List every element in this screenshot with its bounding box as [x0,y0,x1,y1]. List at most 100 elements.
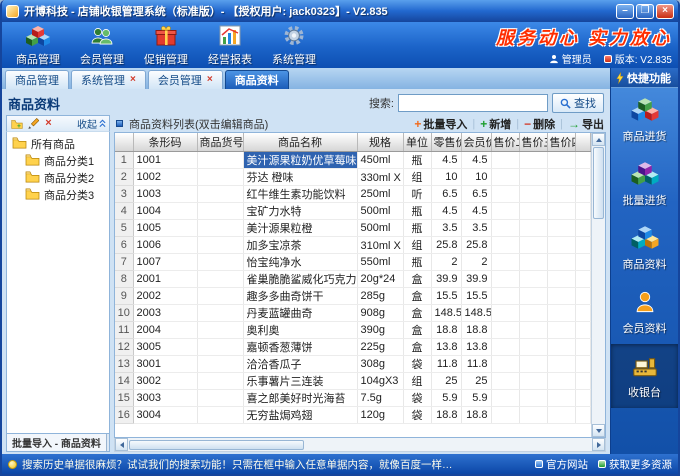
horizontal-scroll-thumb[interactable] [129,439,304,450]
table-row[interactable]: 9 2002 趣多多曲奇饼干 285g 盒 15.5 15.5 [115,287,591,305]
list-buttons: + 批量导入 | + 新增 | − 删除 | → 导出 [414,116,604,132]
find-button[interactable]: 查找 [552,93,604,113]
bottom-tab-batch-import[interactable]: 批量导入 - 商品资料 [7,434,107,451]
table-row[interactable]: 7 1007 怡宝纯净水 550ml 瓶 2 2 [115,253,591,271]
close-button[interactable]: × [656,3,674,19]
add-goods-button[interactable]: + 新增 [480,116,511,132]
cell-retail: 6.5 [431,185,462,203]
cell-spec: 308g [357,355,404,373]
toolbar-item-label: 系统管理 [272,53,316,66]
column-header-0[interactable] [115,133,134,152]
collapse-tree-button[interactable]: 收起 [77,116,106,131]
table-row[interactable]: 5 1005 美汁源果粒橙 500ml 瓶 3.5 3.5 [115,219,591,237]
column-header-8[interactable]: 售价二 [491,133,520,152]
table-row[interactable]: 16 3004 无穷盐焗鸡翅 120g 袋 18.8 18.8 [115,406,591,424]
tab-system-mgmt[interactable]: 系统管理 × [71,70,146,89]
table-row[interactable]: 61006加多宝凉茶310ml X 6罐组25.825.8 [115,236,591,254]
table-row[interactable]: 13 3001 洽洽香瓜子 308g 袋 11.8 11.8 [115,355,591,373]
column-header-6[interactable]: 零售价 [431,133,462,152]
minimize-button[interactable]: – [616,3,634,19]
toolbar-item-goods-mgmt[interactable]: 商品管理 [6,24,70,67]
vertical-scrollbar[interactable] [591,133,605,437]
vertical-scroll-thumb[interactable] [593,147,604,219]
column-header-7[interactable]: 会员价 [461,133,492,152]
quick-item-goods-purchase[interactable]: 商品进货 [611,88,678,152]
column-header-9[interactable]: 售价三 [519,133,548,152]
more-resources-link[interactable]: 获取更多资源 [598,457,672,472]
quick-item-label: 商品资料 [622,259,667,271]
delete-category-icon[interactable]: × [42,117,55,130]
table-row[interactable]: 21002芬达 橙味330ml X 6罐组1010 [115,168,591,186]
table-row[interactable]: 12 3005 嘉顿香葱薄饼 225g 盒 13.8 13.8 [115,338,591,356]
cell-p2 [491,151,520,169]
current-user[interactable]: 管理员 [549,51,592,66]
tab-label: 商品管理 [15,75,59,87]
table-row[interactable]: 10 2003 丹麦蓝罐曲奇 908g 盒 148.5 148.5 [115,304,591,322]
cell-retail: 5.9 [431,389,462,407]
delete-goods-button[interactable]: − 删除 [524,116,555,132]
tree-item-category-1[interactable]: 商品分类1 [7,152,109,169]
column-header-2[interactable]: 商品货号 [197,133,244,152]
cell-barcode: 3002 [133,372,198,390]
cell-barcode: 1002 [133,168,198,186]
version-icon [603,54,612,63]
column-header-10[interactable]: 售价四 [547,133,576,152]
table-row[interactable]: 1 1001 美汁源果粒奶优草莓味 450ml 瓶 4.5 4.5 [115,151,591,169]
column-header-5[interactable]: 单位 [403,133,432,152]
cell-member: 3.5 [461,219,492,237]
table-row[interactable]: 8 2001 雀巢脆脆鲨威化巧克力 20g*24 盒 39.9 39.9 [115,270,591,288]
tree-item-label: 商品分类1 [44,155,95,168]
official-site-link[interactable]: 官方网站 [535,457,588,472]
scroll-right-arrow[interactable] [592,438,605,451]
tab-close-icon[interactable]: × [207,75,213,85]
column-header-3[interactable]: 商品名称 [243,133,358,152]
toolbar-item-member-mgmt[interactable]: 会员管理 [70,24,134,67]
table-row[interactable]: 11 2004 奥利奥 390g 盒 18.8 18.8 [115,321,591,339]
column-header-1[interactable]: 条形码 [133,133,198,152]
toolbar-item-system-mgmt[interactable]: 系统管理 [262,24,326,67]
cell-name: 雀巢脆脆鲨威化巧克力 [243,270,358,288]
quick-item-cashier[interactable]: 收银台 [611,344,678,408]
search-input[interactable] [398,94,548,112]
tree-item-category-2[interactable]: 商品分类2 [7,169,109,186]
toolbar-item-promo-mgmt[interactable]: 促销管理 [134,24,198,67]
batch-import-button[interactable]: + 批量导入 [414,116,467,132]
scroll-left-arrow[interactable] [115,438,128,451]
table-row[interactable]: 4 1004 宝矿力水特 500ml 瓶 4.5 4.5 [115,202,591,220]
scroll-up-arrow[interactable] [592,133,605,146]
table-row[interactable]: 3 1003 红牛维生素功能饮料 250ml 听 6.5 6.5 [115,185,591,203]
toolbar-item-label: 会员管理 [80,53,124,66]
tab-close-icon[interactable]: × [130,75,136,85]
toolbar-item-report[interactable]: 经营报表 [198,24,262,67]
goods-list-panel: 商品资料列表(双击编辑商品) + 批量导入 | + 新增 | − 删除 | → 导出 [114,115,606,452]
horizontal-scrollbar[interactable] [114,438,606,452]
cell-barcode: 1004 [133,202,198,220]
row-number-cell: 14 [115,372,134,390]
export-button[interactable]: → 导出 [568,116,604,132]
tree-item-all-goods[interactable]: 所有商品 [7,135,109,152]
table-row[interactable]: 15 3003 喜之郎美好时光海苔 7.5g 袋 5.9 5.9 [115,389,591,407]
tab-goods-mgmt[interactable]: 商品管理 [5,70,69,89]
tree-item-category-3[interactable]: 商品分类3 [7,186,109,203]
add-category-icon[interactable]: + [10,117,23,130]
row-number-cell: 3 [115,185,134,203]
maximize-button[interactable]: ❐ [636,3,654,19]
tab-member-mgmt[interactable]: 会员管理 × [147,70,223,89]
title-bar: 开博科技 - 店铺收银管理系统（标准版）- 【授权用户: jack0323】- … [2,0,678,22]
quick-item-goods-info[interactable]: 商品资料 [611,216,678,280]
column-header-4[interactable]: 规格 [357,133,404,152]
quick-item-batch-purchase[interactable]: 批量进货 [611,152,678,216]
quick-item-member-info[interactable]: 会员资料 [611,280,678,344]
edit-category-icon[interactable] [26,117,39,130]
cell-item_no [197,236,244,254]
row-number-cell: 5 [115,219,134,237]
table-row[interactable]: 14 3002 乐事薯片三连装 104gX3 组 25 25 [115,372,591,390]
scroll-down-arrow[interactable] [592,424,605,437]
cell-unit: 瓶 [403,202,432,220]
toolbar-items: 商品管理 会员管理 促销管理 经营报表 系统管理 [6,24,326,67]
cell-retail: 25 [431,372,462,390]
tree-item-label: 商品分类3 [44,189,95,202]
tab-goods-info[interactable]: 商品资料 [224,70,289,89]
cell-member: 15.5 [461,287,492,305]
minus-icon: − [524,116,532,131]
